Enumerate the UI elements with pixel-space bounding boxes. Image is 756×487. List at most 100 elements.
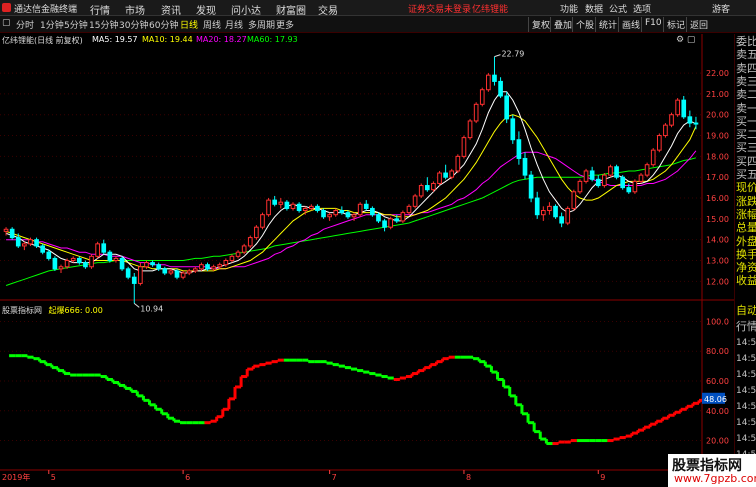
candle-body [321, 210, 326, 218]
candle-body [406, 205, 412, 214]
quote-label[interactable]: 行情 [736, 321, 756, 333]
tab-intraday[interactable]: 分时 [16, 18, 34, 31]
price-tick-label: 13.00 [706, 257, 729, 266]
candle-body [418, 185, 424, 197]
candle-body [192, 268, 198, 272]
candle-body [437, 172, 442, 184]
f10-button[interactable]: F10 [641, 17, 665, 32]
candle-body [113, 257, 119, 262]
guest-user[interactable]: 游客 [712, 2, 730, 15]
menu-options[interactable]: 选项 [633, 2, 651, 15]
candle-body [577, 180, 583, 193]
candle-body [9, 228, 15, 239]
quote-field-label: 卖四 [736, 61, 756, 75]
candle-body [656, 135, 662, 151]
price-tick-label: 14.00 [706, 236, 729, 245]
tab-15min[interactable]: 15分钟 [89, 18, 118, 31]
candle-body [162, 268, 168, 274]
stock-button[interactable]: 个股 [572, 17, 597, 32]
tab-weekly[interactable]: 周线 [203, 18, 221, 31]
menu-data[interactable]: 数据 [585, 2, 603, 15]
quote-field-label: 卖二 [736, 88, 756, 102]
candle-body [199, 264, 204, 270]
candle-body [388, 218, 394, 228]
stats-button[interactable]: 统计 [595, 17, 620, 32]
menu-quotes[interactable]: 行情 [90, 2, 110, 17]
candle-body [247, 237, 253, 247]
candle-body [83, 262, 88, 268]
candle-body [235, 251, 241, 257]
menu-trade[interactable]: 交易 [318, 2, 338, 17]
x-axis-year: 2019年 [2, 472, 30, 482]
quote-field-label: 卖一 [736, 101, 756, 115]
menu-wealth[interactable]: 财富圈 [276, 2, 306, 17]
quote-field-label: 卖五 [736, 48, 756, 62]
candle-body [595, 178, 601, 187]
quote-field-label: 委比 [736, 35, 756, 48]
high-marker-line [494, 54, 501, 58]
candle-body [131, 276, 137, 284]
x-axis-month-label: 8 [466, 473, 471, 482]
low-price-label: 10.94 [140, 304, 163, 313]
menu-formula[interactable]: 公式 [609, 2, 627, 15]
tick-time: 14:56 [736, 386, 756, 396]
candle-body [345, 212, 351, 218]
tab-1min[interactable]: 1分钟 [40, 18, 64, 31]
mark-button[interactable]: 标记 [663, 17, 688, 32]
quote-side-panel: 委比 卖五 卖四 卖三 卖二 卖一 买一 买二 买三 买四 买五 现价 涨跌 涨幅 总量 外盘 换手 净资 收益 自动… [734, 34, 756, 487]
candle-body [663, 124, 668, 137]
candle-body [302, 207, 308, 212]
auto-label[interactable]: 自动 [736, 305, 756, 317]
tab-multi-period[interactable]: 多周期 [248, 18, 275, 31]
candle-body [516, 139, 522, 159]
stock-name-title: 亿纬锂能 [472, 5, 509, 15]
candle-body [467, 120, 473, 139]
tab-monthly[interactable]: 月线 [225, 18, 243, 31]
tick-time: 14:56 [736, 338, 756, 348]
menu-market[interactable]: 市场 [125, 2, 145, 17]
candle-body [211, 266, 216, 270]
candle-body [119, 257, 125, 270]
candle-body [565, 207, 571, 224]
tab-5min[interactable]: 5分钟 [64, 18, 88, 31]
candle-body [296, 203, 302, 212]
candle-body [186, 270, 192, 274]
x-axis-month-label: 5 [51, 473, 56, 482]
indicator-current-value: 48.06 [704, 395, 727, 404]
quote-field-label: 总量 [736, 221, 756, 235]
draw-button[interactable]: 画线 [618, 17, 643, 32]
menu-news[interactable]: 资讯 [161, 2, 181, 17]
login-status[interactable]: 证券交易未登录 [408, 2, 471, 15]
indicator-tick-label: 60.00 [706, 377, 729, 386]
candle-body [461, 137, 467, 157]
tab-more[interactable]: 更多 [276, 18, 294, 31]
candle-body [58, 266, 64, 270]
candle-body [351, 214, 357, 218]
indicator-plot [9, 354, 707, 446]
menu-ask[interactable]: 问小达 [231, 2, 261, 17]
candle-body [602, 174, 607, 187]
candle-body [559, 216, 564, 224]
kline-chart[interactable]: 22.79 10.94 22.00 21.00 20.00 19.00 18.00 17.0… [0, 34, 734, 487]
tab-60min[interactable]: 60分钟 [149, 18, 178, 31]
site-watermark: 股票指标网 www.7gpzb.com [668, 454, 756, 487]
tab-30min[interactable]: 30分钟 [119, 18, 148, 31]
candle-body [107, 251, 113, 262]
tab-daily[interactable]: 日线 [180, 18, 198, 31]
toolbar-menu-icon[interactable]: ▢ [2, 18, 11, 28]
quote-field-label: 买三 [736, 141, 756, 155]
candle-body [28, 239, 33, 245]
candle-body [583, 170, 589, 182]
menu-discover[interactable]: 发现 [196, 2, 216, 17]
candle-body [46, 251, 52, 259]
indicator-tick-label: 40.00 [706, 407, 729, 416]
menu-function[interactable]: 功能 [560, 2, 578, 15]
quote-field-label: 外盘 [736, 234, 756, 248]
candle-body [669, 114, 674, 126]
quote-field-label: 买一 [736, 114, 756, 128]
candle-body [327, 214, 332, 218]
period-toolbar: ▢ 分时 1分钟 5分钟 15分钟 30分钟 60分钟 日线 周线 月线 多周期… [0, 16, 756, 33]
candle-body [278, 201, 284, 205]
candle-body [144, 262, 149, 268]
back-button[interactable]: 返回 [686, 17, 734, 32]
